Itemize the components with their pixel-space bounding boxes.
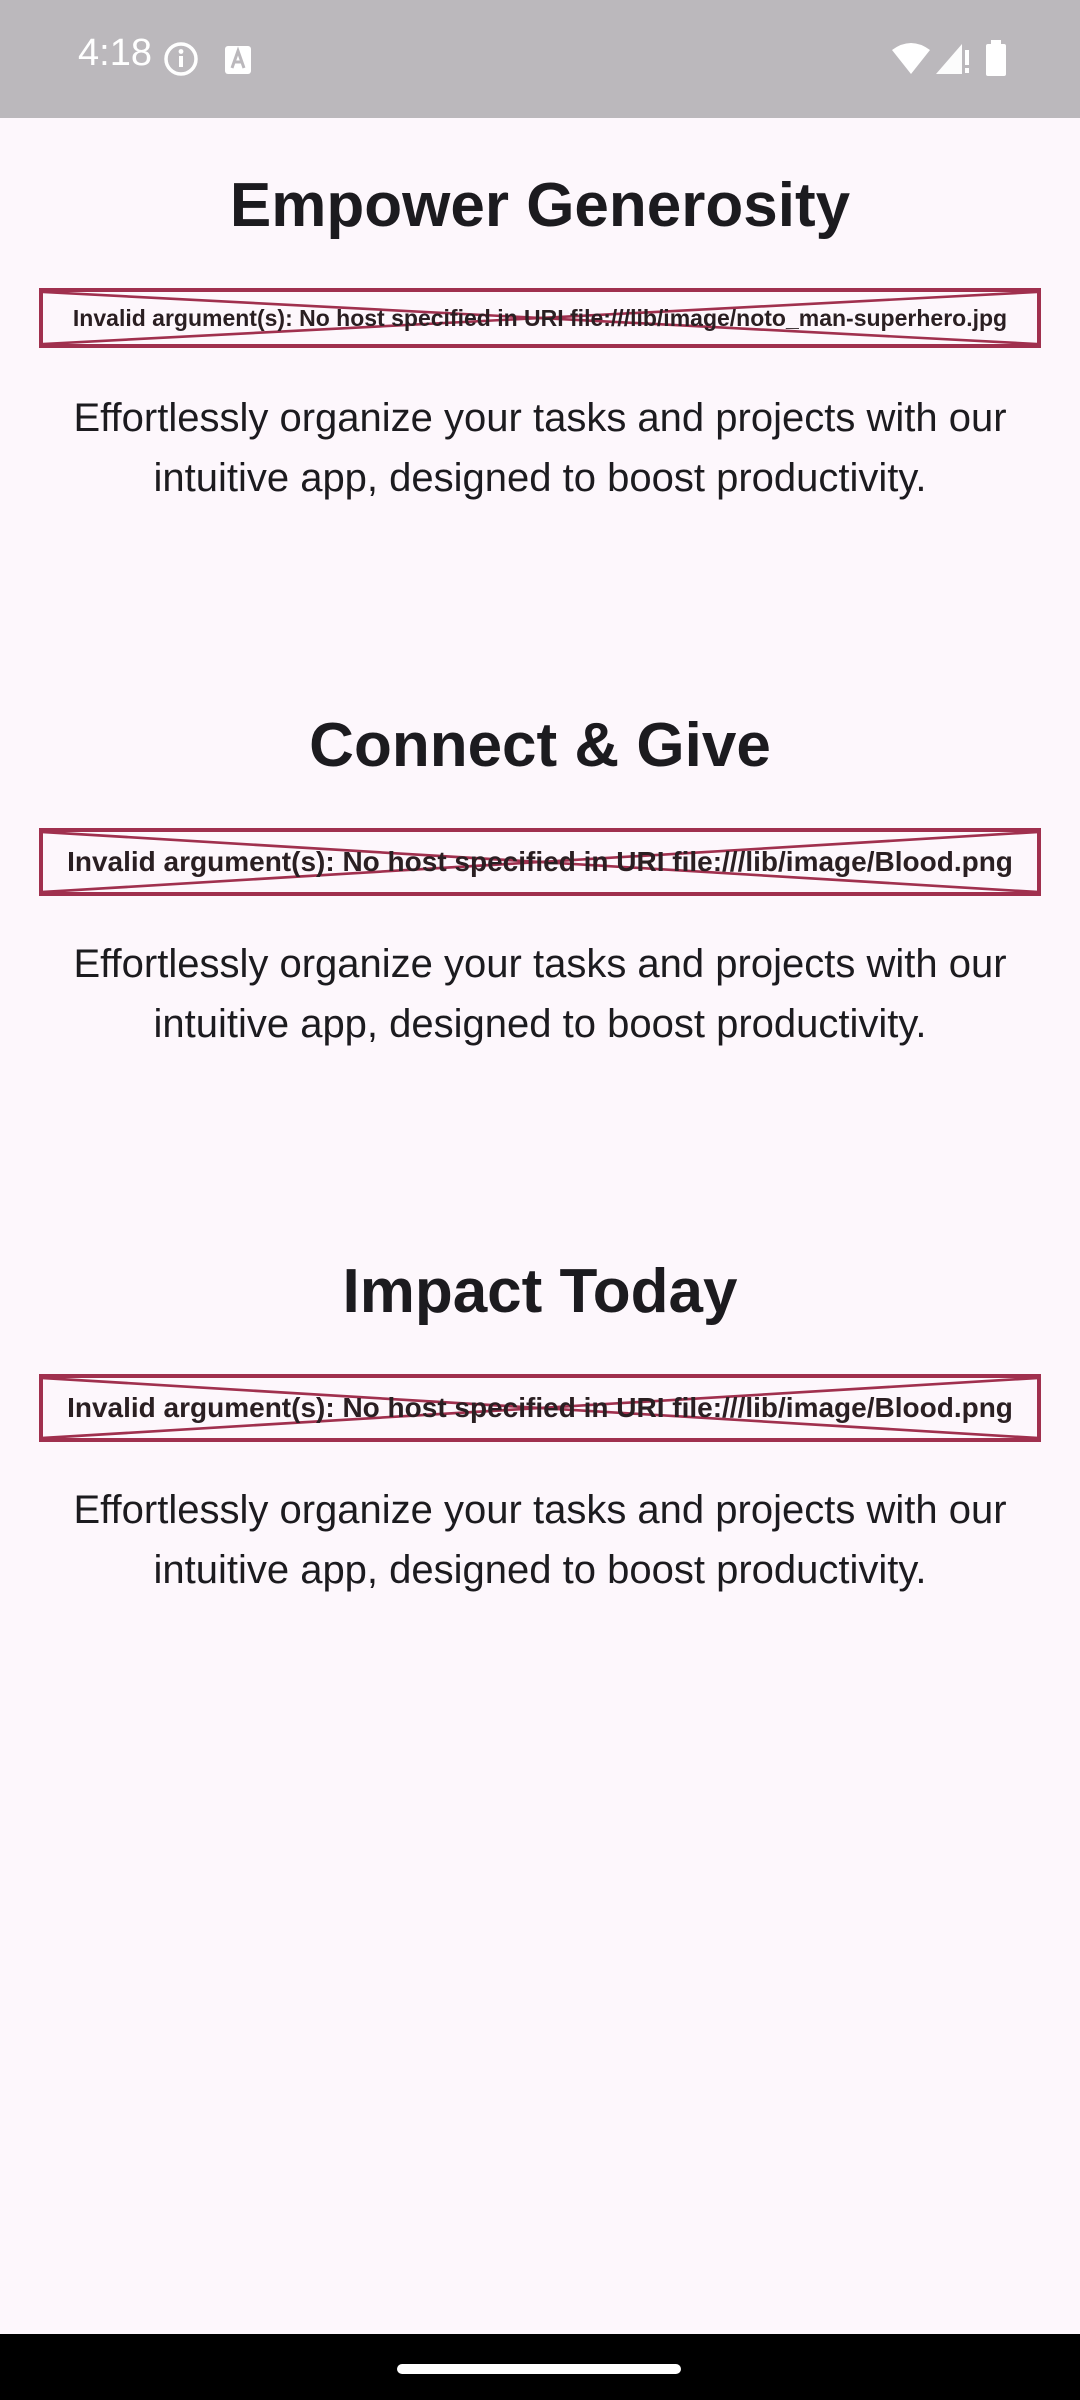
- image-error-placeholder: Invalid argument(s): No host specified i…: [39, 288, 1041, 348]
- navigation-bar: [0, 2334, 1080, 2400]
- image-error-placeholder: Invalid argument(s): No host specified i…: [39, 828, 1041, 896]
- section-description: Effortlessly organize your tasks and pro…: [73, 396, 1007, 500]
- home-gesture-handle[interactable]: [397, 2364, 681, 2374]
- app-screen: 4:18 Empower Generosity Invalid argument…: [0, 0, 1080, 2400]
- section-title: Empower Generosity: [229, 171, 851, 240]
- text-icon: [222, 40, 254, 83]
- signal-icon: [934, 40, 972, 83]
- battery-icon: [984, 40, 1008, 83]
- section-description: Effortlessly organize your tasks and pro…: [73, 1488, 1007, 1592]
- onboarding-content: Empower Generosity Invalid argument(s): …: [0, 118, 1080, 2334]
- status-time: 4:18: [78, 32, 152, 74]
- image-error-placeholder: Invalid argument(s): No host specified i…: [39, 1374, 1041, 1442]
- wifi-icon: [890, 40, 932, 83]
- image-error-text: Invalid argument(s): No host specified i…: [67, 1392, 1013, 1423]
- section-title: Connect & Give: [309, 711, 771, 780]
- section-title: Impact Today: [342, 1257, 738, 1326]
- image-error-text: Invalid argument(s): No host specified i…: [67, 846, 1013, 877]
- status-bar: 4:18: [0, 0, 1080, 118]
- image-error-text: Invalid argument(s): No host specified i…: [72, 305, 1008, 331]
- section-description: Effortlessly organize your tasks and pro…: [73, 942, 1007, 1046]
- info-icon: [162, 40, 200, 83]
